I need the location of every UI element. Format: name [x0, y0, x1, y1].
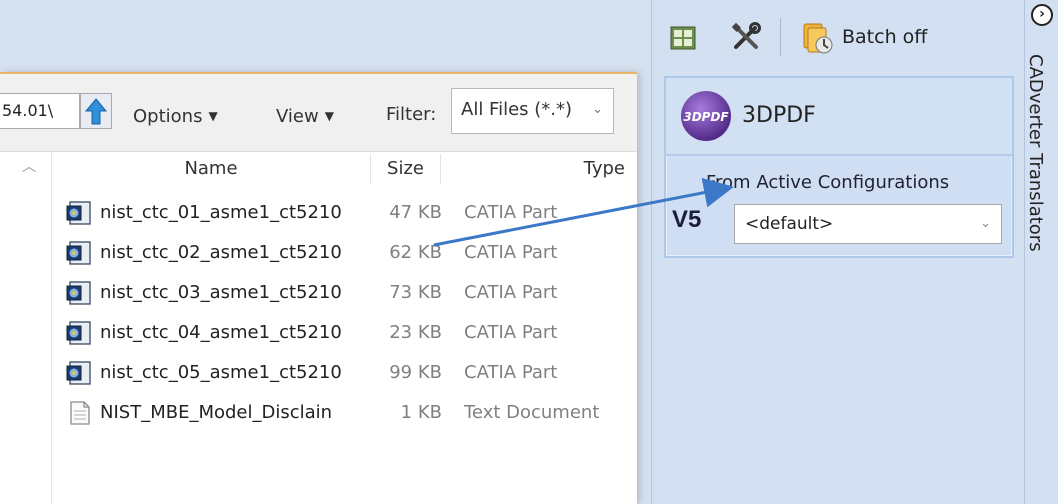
chevron-down-icon: ⌄: [592, 102, 603, 117]
batch-icon[interactable]: [800, 20, 836, 56]
file-name: NIST_MBE_Model_Disclain: [100, 402, 333, 423]
chevron-right-icon: ›: [1039, 6, 1045, 22]
file-size: 62 KB: [389, 242, 442, 263]
logo-text: 3DPDF: [683, 110, 729, 124]
scroll-up-icon[interactable]: ︿: [22, 156, 36, 176]
file-size: 73 KB: [389, 282, 442, 303]
file-dialog-toolbar: 54.01\ Options ▼ View ▼ Filter: All Files …: [0, 74, 637, 152]
side-panel-title[interactable]: CADverter Translators: [1025, 54, 1046, 252]
file-name: nist_ctc_04_asme1_ct5210: [100, 322, 342, 343]
up-folder-button[interactable]: [80, 93, 112, 129]
file-type: CATIA Part: [464, 242, 558, 263]
vertical-scrollbar[interactable]: ︿: [0, 152, 52, 504]
version-label: V5: [672, 206, 702, 233]
catia-part-icon: [66, 361, 91, 385]
file-type: Text Document: [464, 402, 600, 423]
path-input[interactable]: 54.01\: [0, 93, 80, 129]
file-size: 47 KB: [389, 202, 442, 223]
column-header-size[interactable]: Size: [371, 154, 441, 184]
filter-select-value: All Files (*.*): [461, 99, 573, 120]
configuration-select[interactable]: <default> ⌄: [734, 204, 1002, 244]
batch-toggle-label[interactable]: Batch off: [842, 26, 927, 48]
tools-icon[interactable]: [731, 22, 761, 52]
file-size: 23 KB: [389, 322, 442, 343]
file-row[interactable]: NIST_MBE_Model_Disclain 1 KB Text Docume…: [66, 398, 626, 428]
file-name: nist_ctc_03_asme1_ct5210: [100, 282, 342, 303]
catia-part-icon: [66, 321, 91, 345]
file-name: nist_ctc_05_asme1_ct5210: [100, 362, 342, 383]
view-menu-label: View: [276, 106, 319, 127]
translator-card-header[interactable]: 3DPDF 3DPDF: [666, 78, 1012, 156]
file-type: CATIA Part: [464, 362, 558, 383]
caret-down-icon: ▼: [208, 109, 218, 123]
file-name: nist_ctc_02_asme1_ct5210: [100, 242, 342, 263]
catia-part-icon: [66, 201, 91, 225]
column-header-type[interactable]: Type: [441, 154, 627, 184]
file-size: 1 KB: [400, 402, 442, 423]
spreadsheet-icon[interactable]: [670, 26, 696, 50]
translator-title: 3DPDF: [742, 103, 816, 128]
toolbar-separator: [780, 18, 781, 56]
file-row[interactable]: nist_ctc_01_asme1_ct5210 47 KB CATIA Par…: [66, 198, 626, 228]
chevron-down-icon: ⌄: [980, 216, 991, 231]
arrow-up-icon: [84, 98, 108, 125]
file-name: nist_ctc_01_asme1_ct5210: [100, 202, 342, 223]
file-dialog: 54.01\ Options ▼ View ▼ Filter: All Files …: [0, 72, 637, 504]
file-type: CATIA Part: [464, 322, 558, 343]
file-row[interactable]: nist_ctc_04_asme1_ct5210 23 KB CATIA Par…: [66, 318, 626, 348]
translator-card: 3DPDF 3DPDF From Active Configurations V…: [664, 76, 1014, 258]
caret-down-icon: ▼: [324, 109, 334, 123]
catia-part-icon: [66, 241, 91, 265]
expand-panel-button[interactable]: ›: [1031, 4, 1053, 26]
options-menu-label: Options: [133, 106, 203, 127]
config-source-label: From Active Configurations: [706, 172, 950, 193]
catia-part-icon: [66, 281, 91, 305]
filter-select[interactable]: All Files (*.*) ⌄: [451, 88, 614, 134]
filter-label: Filter:: [386, 104, 437, 125]
file-row[interactable]: nist_ctc_05_asme1_ct5210 99 KB CATIA Par…: [66, 358, 626, 388]
configuration-select-value: <default>: [745, 214, 834, 234]
column-header-name[interactable]: Name: [52, 154, 371, 184]
3dpdf-logo-icon: 3DPDF: [681, 91, 731, 141]
text-document-icon: [70, 401, 90, 425]
view-menu[interactable]: View ▼: [276, 106, 334, 127]
options-menu[interactable]: Options ▼: [133, 106, 218, 127]
file-type: CATIA Part: [464, 282, 558, 303]
file-type: CATIA Part: [464, 202, 558, 223]
file-row[interactable]: nist_ctc_03_asme1_ct5210 73 KB CATIA Par…: [66, 278, 626, 308]
file-size: 99 KB: [389, 362, 442, 383]
file-row[interactable]: nist_ctc_02_asme1_ct5210 62 KB CATIA Par…: [66, 238, 626, 268]
